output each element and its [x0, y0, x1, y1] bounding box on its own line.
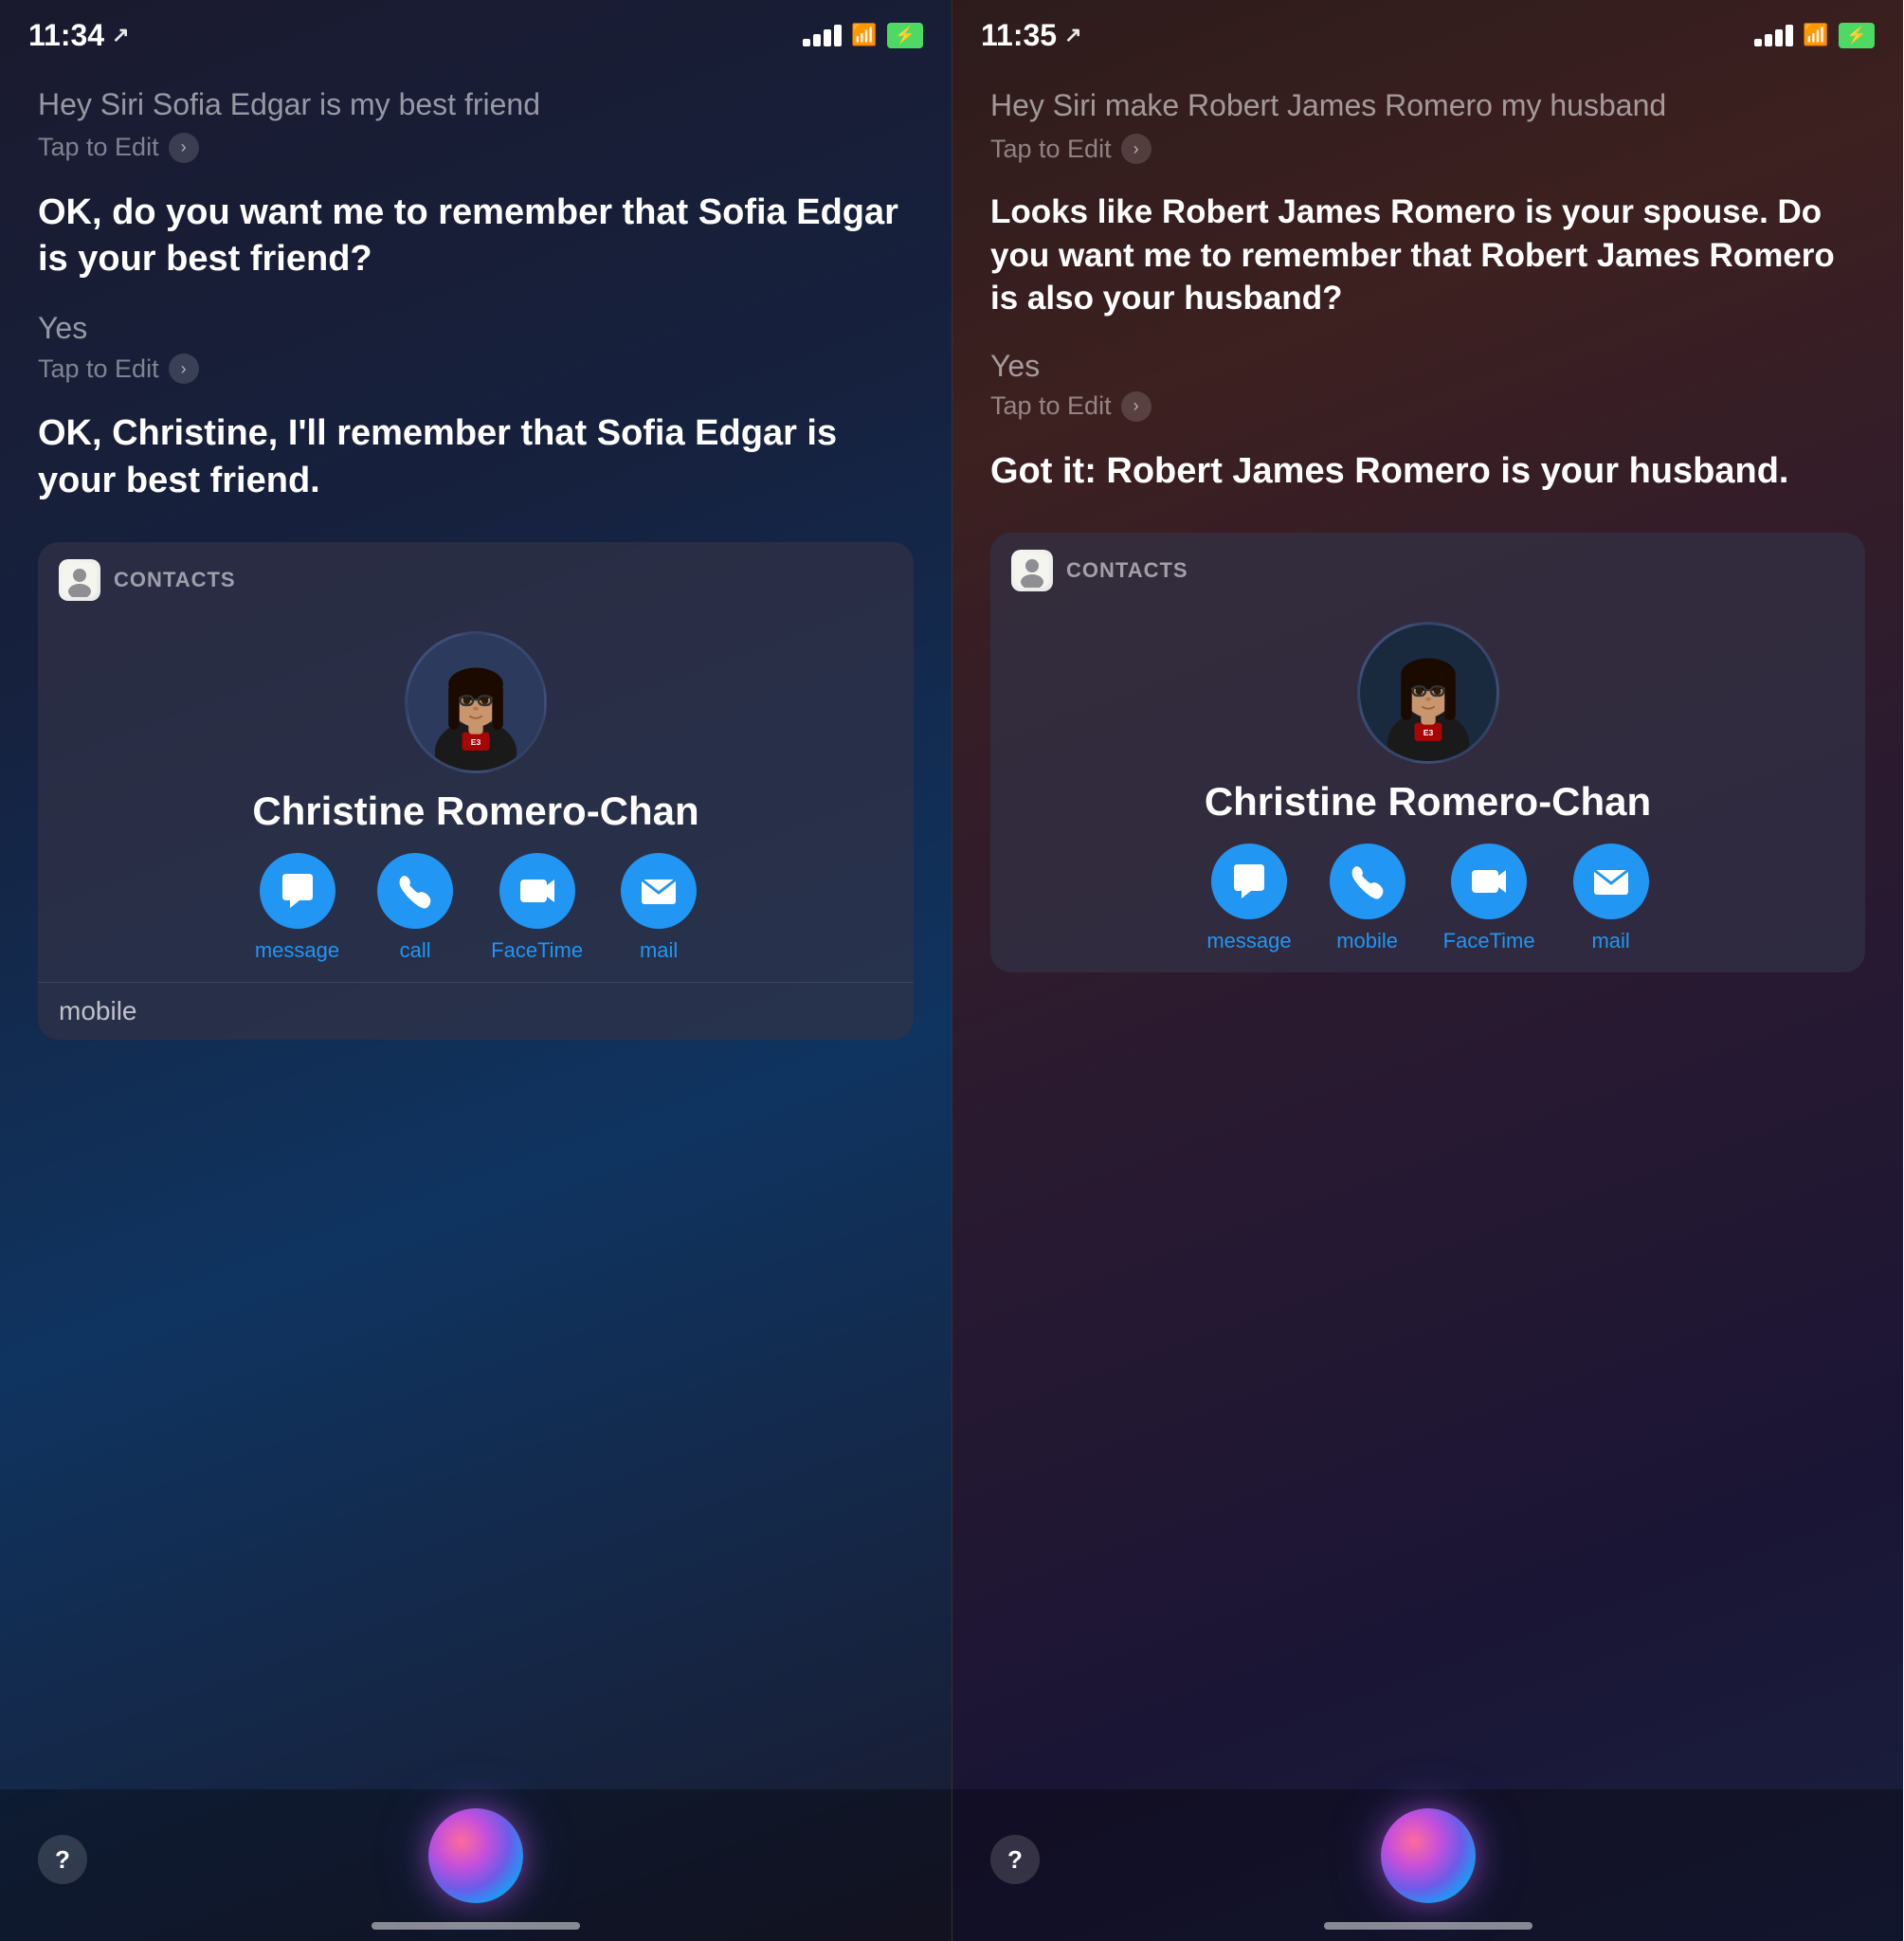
mail-icon-right — [1592, 862, 1630, 900]
svg-text:E3: E3 — [471, 737, 481, 747]
contact-name-right: Christine Romero-Chan — [990, 779, 1865, 844]
contacts-label-right: CONTACTS — [1066, 558, 1188, 583]
contacts-app-icon-right — [1011, 550, 1053, 591]
contacts-label-left: CONTACTS — [114, 568, 236, 592]
contact-actions-right: message mobile — [990, 844, 1865, 972]
bottom-bar-left: ? — [0, 1789, 952, 1941]
query1-left: Hey Siri Sofia Edgar is my best friend — [38, 85, 914, 125]
action-mail-left[interactable]: mail — [621, 853, 697, 963]
battery-right: ⚡ — [1839, 23, 1875, 48]
action-facetime-left[interactable]: FaceTime — [491, 853, 583, 963]
content-left: Hey Siri Sofia Edgar is my best friend T… — [0, 66, 952, 1789]
call-label-left: call — [400, 938, 431, 963]
tap-edit-1-left[interactable]: Tap to Edit › — [38, 133, 914, 163]
mobile-icon-right — [1349, 862, 1387, 900]
right-panel: 11:35 ↗ 📶 ⚡ Hey Siri make Robert James R… — [952, 0, 1903, 1941]
chevron-2-left[interactable]: › — [169, 354, 199, 384]
left-panel: 11:34 ↗ 📶 ⚡ Hey Siri Sofia Edgar is my b… — [0, 0, 952, 1941]
avatar-container-left: E3 — [38, 612, 914, 789]
status-icons-left: 📶 ⚡ — [803, 23, 923, 48]
contacts-header-left: CONTACTS — [38, 542, 914, 612]
contacts-header-right: CONTACTS — [990, 533, 1865, 603]
response1-left: OK, do you want me to remember that Sofi… — [38, 190, 914, 283]
message-label-left: message — [255, 938, 339, 963]
avatar-svg-left: E3 — [408, 631, 544, 773]
help-button-left[interactable]: ? — [38, 1835, 87, 1884]
facetime-icon-right — [1470, 862, 1508, 900]
avatar-svg-right: E3 — [1360, 622, 1496, 764]
tap-edit-2-right[interactable]: Tap to Edit › — [990, 391, 1865, 422]
help-button-right[interactable]: ? — [990, 1835, 1040, 1884]
action-call-left[interactable]: call — [377, 853, 453, 963]
bottom-bar-right: ? — [952, 1789, 1903, 1941]
user-reply-left: Yes — [38, 311, 914, 346]
message-label-right: message — [1206, 929, 1291, 953]
status-bar-left: 11:34 ↗ 📶 ⚡ — [0, 0, 952, 66]
content-right: Hey Siri make Robert James Romero my hus… — [952, 66, 1903, 1789]
status-bar-right: 11:35 ↗ 📶 ⚡ — [952, 0, 1903, 66]
facetime-label-right: FaceTime — [1443, 929, 1535, 953]
location-icon-left: ↗ — [112, 23, 129, 47]
avatar-container-right: E3 — [990, 603, 1865, 779]
chevron-1-left[interactable]: › — [169, 133, 199, 163]
home-indicator-left[interactable] — [372, 1922, 580, 1930]
tap-edit-1-right[interactable]: Tap to Edit › — [990, 134, 1865, 164]
contacts-card-left: CONTACTS E3 — [38, 542, 914, 1040]
response1-right: Looks like Robert James Romero is your s… — [990, 190, 1865, 320]
signal-right — [1754, 25, 1793, 46]
contact-name-left: Christine Romero-Chan — [38, 789, 914, 853]
chevron-2-right[interactable]: › — [1121, 391, 1151, 422]
action-mobile-right[interactable]: mobile — [1330, 844, 1405, 953]
message-btn-left[interactable] — [260, 853, 335, 929]
facetime-label-left: FaceTime — [491, 938, 583, 963]
call-btn-left[interactable] — [377, 853, 453, 929]
time-right: 11:35 — [981, 18, 1057, 53]
action-mail-right[interactable]: mail — [1573, 844, 1649, 953]
mail-label-right: mail — [1591, 929, 1629, 953]
wifi-icon-left: 📶 — [851, 23, 877, 47]
user-reply-right: Yes — [990, 349, 1865, 384]
status-icons-right: 📶 ⚡ — [1754, 23, 1875, 48]
facetime-btn-left[interactable] — [499, 853, 575, 929]
mail-icon-left — [640, 872, 678, 910]
siri-ball-left[interactable] — [428, 1808, 523, 1903]
contacts-app-icon-left — [59, 559, 100, 601]
mobile-label-right: mobile — [1336, 929, 1398, 953]
avatar-left: E3 — [405, 631, 547, 773]
message-btn-right[interactable] — [1211, 844, 1287, 919]
mail-btn-right[interactable] — [1573, 844, 1649, 919]
home-indicator-right[interactable] — [1324, 1922, 1532, 1930]
facetime-icon-left — [518, 872, 556, 910]
action-message-left[interactable]: message — [255, 853, 339, 963]
message-icon-right — [1230, 862, 1268, 900]
wifi-icon-right: 📶 — [1803, 23, 1828, 47]
mobile-btn-right[interactable] — [1330, 844, 1405, 919]
siri-ball-right[interactable] — [1381, 1808, 1476, 1903]
query1-right: Hey Siri make Robert James Romero my hus… — [990, 85, 1865, 126]
response2-right: Got it: Robert James Romero is your husb… — [990, 448, 1865, 495]
facetime-btn-right[interactable] — [1451, 844, 1527, 919]
svg-text:E3: E3 — [1423, 728, 1433, 737]
chevron-1-right[interactable]: › — [1121, 134, 1151, 164]
contact-actions-left: message call — [38, 853, 914, 982]
contacts-card-right: CONTACTS E3 — [990, 533, 1865, 972]
mail-btn-left[interactable] — [621, 853, 697, 929]
message-icon-left — [279, 872, 317, 910]
response2-left: OK, Christine, I'll remember that Sofia … — [38, 410, 914, 504]
action-facetime-right[interactable]: FaceTime — [1443, 844, 1535, 953]
tap-edit-2-left[interactable]: Tap to Edit › — [38, 354, 914, 384]
location-icon-right: ↗ — [1064, 23, 1081, 47]
avatar-right: E3 — [1357, 622, 1499, 764]
call-icon-left — [396, 872, 434, 910]
signal-left — [803, 25, 842, 46]
battery-left: ⚡ — [887, 23, 923, 48]
mail-label-left: mail — [640, 938, 678, 963]
action-message-right[interactable]: message — [1206, 844, 1291, 953]
mobile-row-left: mobile — [38, 982, 914, 1040]
time-left: 11:34 — [28, 18, 104, 53]
